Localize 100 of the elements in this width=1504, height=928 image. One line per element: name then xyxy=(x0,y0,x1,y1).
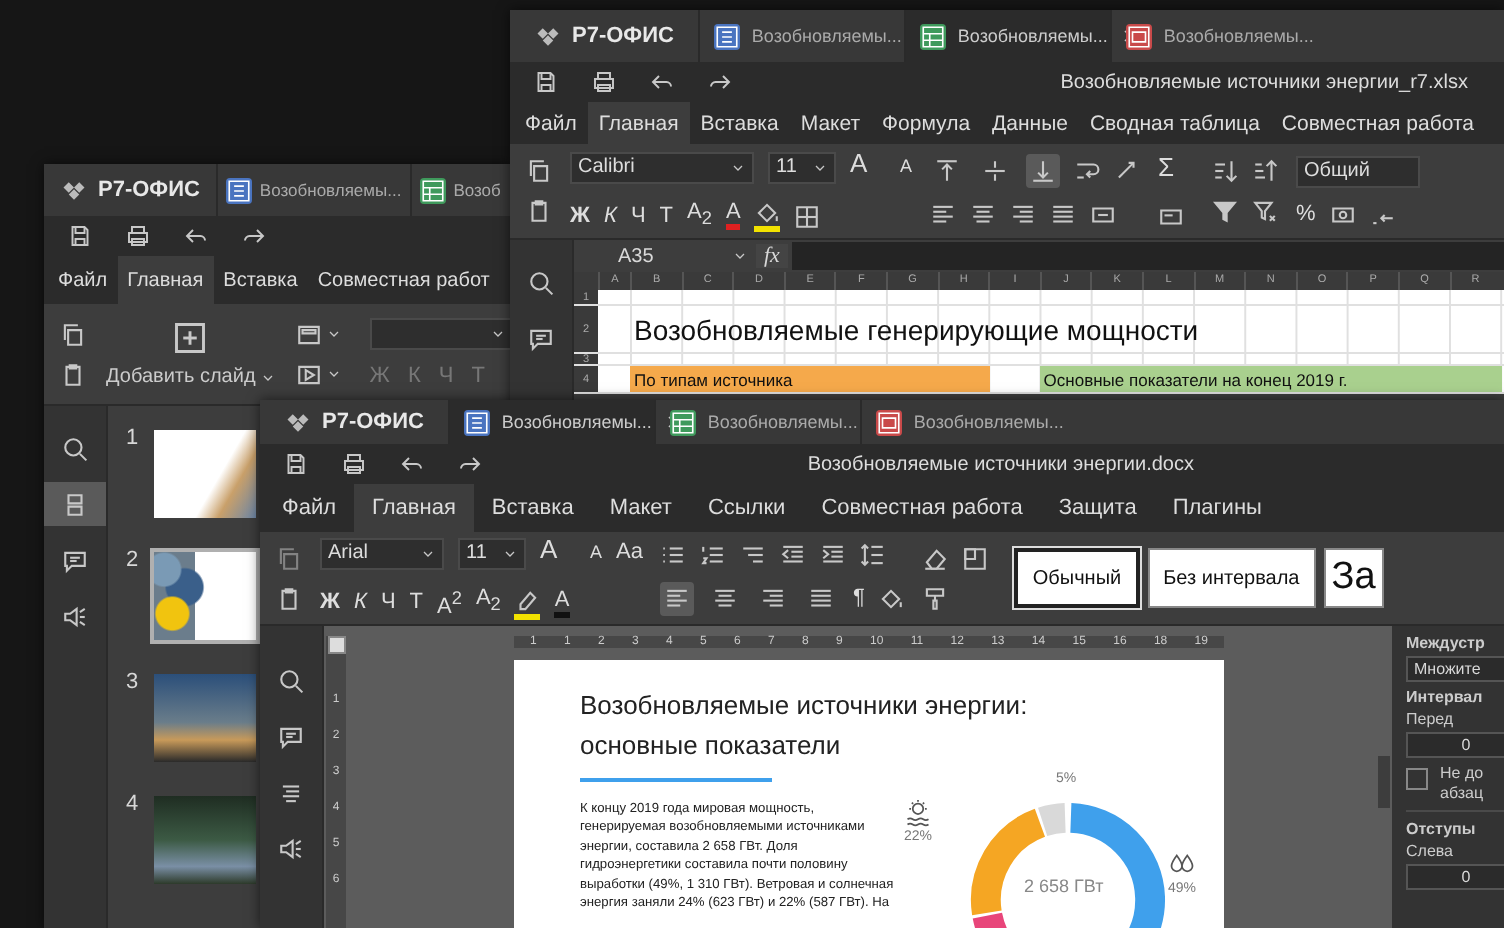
menu-tab[interactable]: Макет xyxy=(591,484,690,532)
save-icon[interactable] xyxy=(534,70,558,94)
font-color-button[interactable]: A xyxy=(725,202,741,230)
bold-button[interactable]: Ж xyxy=(570,203,590,229)
slides-button[interactable] xyxy=(44,482,106,526)
save-icon[interactable] xyxy=(284,452,308,476)
underline-button[interactable]: Ч xyxy=(630,203,646,229)
increase-indent-icon[interactable] xyxy=(820,541,847,567)
menu-tab[interactable]: Главная xyxy=(587,102,690,144)
redo-icon[interactable] xyxy=(242,224,266,248)
slide-thumbnail[interactable] xyxy=(150,792,260,888)
name-box[interactable]: A35 xyxy=(574,242,756,270)
sort-ascending-icon[interactable] xyxy=(1212,158,1239,184)
undo-icon[interactable] xyxy=(400,452,424,476)
slideshow-dropdown[interactable] xyxy=(295,361,342,387)
font-size-select[interactable]: 11 xyxy=(768,151,836,184)
menu-tab[interactable]: Совместная работа xyxy=(803,484,1041,532)
highlight-icon[interactable] xyxy=(514,587,541,619)
merge-icon[interactable] xyxy=(1090,202,1117,228)
clear-filter-icon[interactable] xyxy=(1252,198,1279,224)
spacing-before-field[interactable]: 0 xyxy=(1406,732,1504,758)
slide-thumbnail[interactable] xyxy=(150,426,260,522)
borders-icon[interactable] xyxy=(794,203,821,229)
panel-collapse-handle[interactable] xyxy=(1376,626,1392,928)
subscript-button[interactable]: A$_{2}$ xyxy=(475,586,501,620)
currency-icon[interactable] xyxy=(1329,201,1356,227)
fill-color-icon[interactable] xyxy=(754,200,781,232)
redo-icon[interactable] xyxy=(458,452,482,476)
italic-button[interactable]: К xyxy=(603,203,617,229)
style-preset[interactable]: Обычный xyxy=(1014,548,1140,608)
slide-thumbnail[interactable] xyxy=(150,670,260,766)
menu-tab[interactable]: Вставка xyxy=(473,484,592,532)
formula-input[interactable] xyxy=(791,242,1504,270)
menu-tab[interactable]: Вставка xyxy=(689,102,790,144)
menu-tab[interactable]: Главная xyxy=(117,256,214,304)
print-icon[interactable] xyxy=(126,224,150,248)
menu-tab[interactable]: Данные xyxy=(981,102,1079,144)
format-painter-icon[interactable] xyxy=(922,585,949,611)
paste-icon[interactable] xyxy=(526,198,552,224)
vertical-align-button[interactable] xyxy=(1026,154,1061,188)
menu-tab[interactable]: Файл xyxy=(514,102,588,144)
menu-tab[interactable]: Ссылки xyxy=(689,484,804,532)
multilevel-list-icon[interactable] xyxy=(740,541,767,567)
menu-tab[interactable]: Главная xyxy=(354,484,474,532)
menu-tab[interactable]: Совместная работа xyxy=(1270,102,1485,144)
layout-dropdown[interactable] xyxy=(295,321,342,347)
menu-tab[interactable]: Сводная таблица xyxy=(1078,102,1271,144)
copy-icon[interactable] xyxy=(276,545,302,571)
print-icon[interactable] xyxy=(342,452,366,476)
align-icon[interactable] xyxy=(1010,202,1037,228)
filter-icon[interactable] xyxy=(1212,198,1239,224)
style-preset[interactable]: Без интервала xyxy=(1147,548,1316,608)
orientation-icon[interactable] xyxy=(1114,158,1141,184)
font-size-select[interactable]: 11 xyxy=(458,537,526,570)
font-color-button[interactable]: A xyxy=(554,589,570,617)
print-icon[interactable] xyxy=(592,70,616,94)
eraser-icon[interactable] xyxy=(922,545,949,571)
increase-font-button[interactable]: A xyxy=(850,149,886,186)
menu-tab[interactable]: Формула xyxy=(871,102,982,144)
wrap-text-icon[interactable] xyxy=(1074,158,1101,184)
font-select[interactable]: Calibri xyxy=(570,151,754,184)
increase-font-button[interactable]: A xyxy=(540,535,576,572)
decrease-font-button[interactable]: A xyxy=(590,540,603,567)
number-format-select[interactable]: Общий xyxy=(1296,155,1421,187)
change-case-button[interactable]: Aa xyxy=(616,540,643,567)
menu-tab[interactable]: Плагины xyxy=(1154,484,1280,532)
align-icon[interactable] xyxy=(970,202,997,228)
checkbox[interactable] xyxy=(1406,768,1428,790)
font-select[interactable]: Arial xyxy=(320,537,444,570)
undo-icon[interactable] xyxy=(184,224,208,248)
menu-tab[interactable]: Макет xyxy=(789,102,872,144)
nonprinting-characters-button[interactable]: ¶ xyxy=(852,585,865,611)
slide-thumbnail[interactable] xyxy=(150,548,260,644)
undo-icon[interactable] xyxy=(650,70,674,94)
line-spacing-select[interactable]: Множите xyxy=(1406,656,1504,682)
paragraph-shading-icon[interactable] xyxy=(878,585,905,611)
color-scheme-icon[interactable] xyxy=(962,545,989,571)
align-icon[interactable] xyxy=(930,202,957,228)
menu-tab[interactable]: Файл xyxy=(264,484,355,532)
copy-icon[interactable] xyxy=(526,158,552,184)
align-icon[interactable] xyxy=(1050,202,1077,228)
style-preset[interactable]: За xyxy=(1323,548,1384,608)
strikethrough-button[interactable]: Т xyxy=(659,203,674,229)
superscript-button[interactable]: A$^{2}$ xyxy=(437,585,462,621)
underline-button[interactable]: Ч xyxy=(380,590,396,616)
cell-style-icon[interactable] xyxy=(1158,203,1185,229)
copy-icon[interactable] xyxy=(60,321,86,347)
menu-tab[interactable]: Вставка xyxy=(213,256,308,304)
menu-tab[interactable]: Защита xyxy=(1040,484,1155,532)
indent-left-field[interactable]: 0 xyxy=(1406,864,1504,890)
save-icon[interactable] xyxy=(68,224,92,248)
menu-tab[interactable]: Совместная работ xyxy=(307,256,500,304)
add-slide-button[interactable]: Добавить слайд xyxy=(106,320,276,388)
sort-descending-icon[interactable] xyxy=(1252,158,1279,184)
decrease-font-button[interactable]: A xyxy=(900,154,913,181)
italic-button[interactable]: К xyxy=(353,590,367,616)
sum-button[interactable]: Σ xyxy=(1158,153,1195,189)
function-button[interactable]: fx xyxy=(756,244,788,268)
decrease-indent-icon[interactable] xyxy=(780,541,807,567)
paste-icon[interactable] xyxy=(60,361,86,387)
